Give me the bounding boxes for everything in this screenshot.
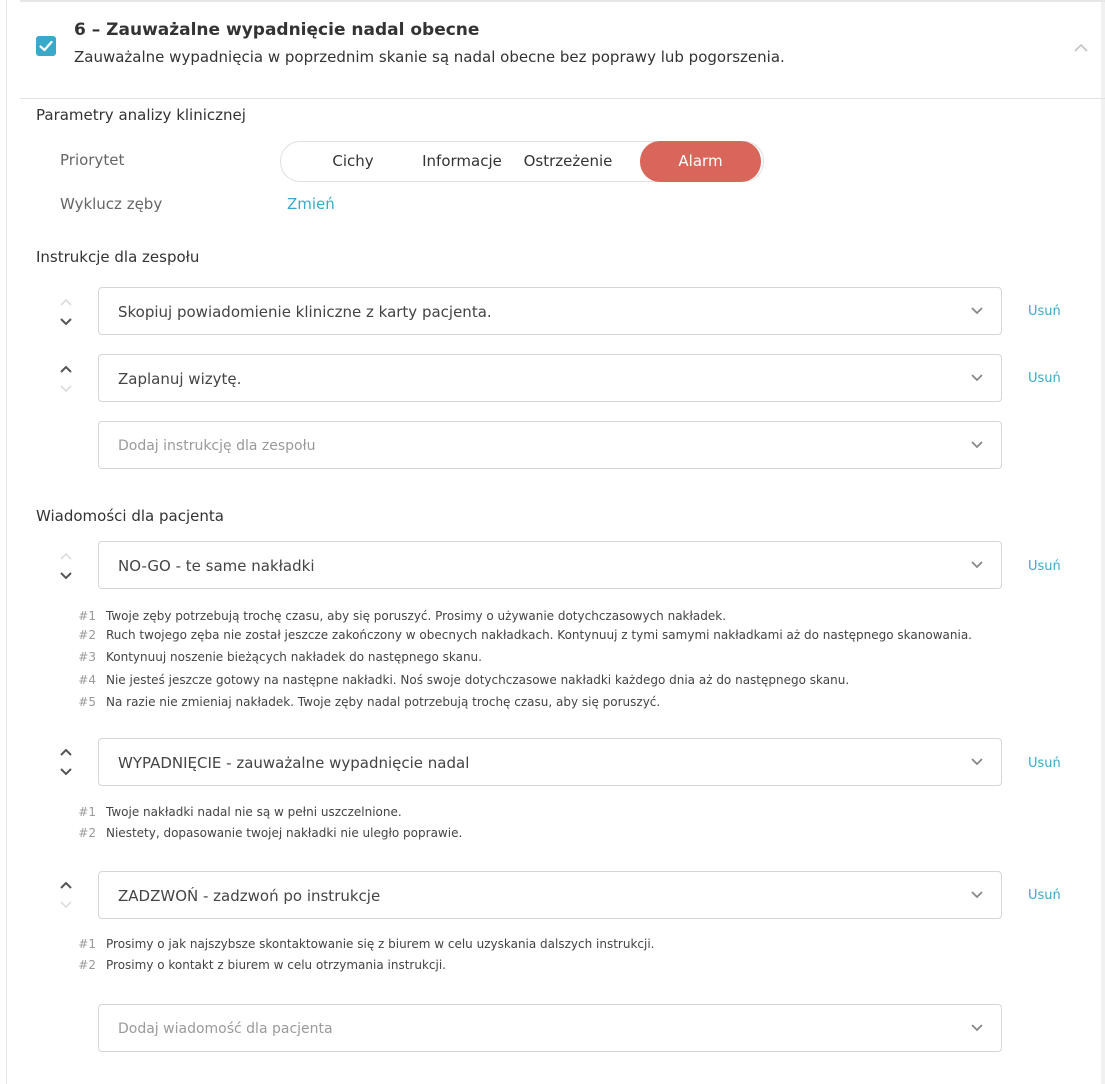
- priority-option-ostrzezenie[interactable]: Ostrzeżenie: [515, 142, 621, 181]
- team-instruction-value: Zaplanuj wizytę.: [118, 370, 242, 388]
- remove-patient-message-button[interactable]: Usuń: [1028, 888, 1061, 903]
- checkmark-icon: [39, 40, 53, 52]
- message-variant-number: #2: [78, 628, 96, 642]
- rule-description: Zauważalne wypadnięcia w poprzednim skan…: [74, 48, 785, 66]
- priority-option-cichy[interactable]: Cichy: [297, 142, 409, 181]
- add-team-instruction-select[interactable]: Dodaj instrukcję dla zespołu: [98, 421, 1002, 469]
- message-variant-text: Nie jesteś jeszcze gotowy na następne na…: [106, 673, 850, 687]
- team-instruction-select[interactable]: Skopiuj powiadomienie kliniczne z karty …: [98, 287, 1002, 335]
- move-up-icon[interactable]: [58, 363, 74, 375]
- message-variant: #5 Na razie nie zmieniaj nakładek. Twoje …: [70, 695, 660, 709]
- message-variant-text: Prosimy o kontakt z biurem w celu otrzym…: [106, 958, 446, 972]
- message-variant: #1 Twoje nakładki nadal nie są w pełni us…: [70, 805, 402, 819]
- remove-team-instruction-button[interactable]: Usuń: [1028, 371, 1061, 386]
- add-patient-message-placeholder: Dodaj wiadomość dla pacjenta: [118, 1021, 333, 1037]
- message-variant-text: Twoje nakładki nadal nie są w pełni uszc…: [106, 805, 402, 819]
- chevron-down-icon: [971, 891, 983, 899]
- priority-label: Priorytet: [60, 151, 125, 169]
- move-down-icon[interactable]: [58, 316, 74, 328]
- message-variant-text: Twoje zęby potrzebują trochę czasu, aby …: [106, 609, 727, 623]
- priority-option-alarm[interactable]: Alarm: [640, 141, 761, 182]
- message-variant-text: Prosimy o jak najszybsze skontaktowanie …: [106, 937, 655, 951]
- move-down-icon: [60, 385, 72, 393]
- move-down-icon[interactable]: [58, 570, 74, 582]
- change-excluded-teeth-link[interactable]: Zmień: [287, 195, 335, 213]
- message-variant: #3 Kontynuuj noszenie bieżących nakładek …: [70, 650, 482, 664]
- chevron-down-icon: [971, 374, 983, 382]
- patient-messages-heading: Wiadomości dla pacjenta: [36, 507, 224, 525]
- page-left-border: [6, 0, 7, 1084]
- rule-title: 6 – Zauważalne wypadnięcie nadal obecne: [74, 20, 480, 40]
- patient-message-value: ZADZWOŃ - zadzwoń po instrukcje: [118, 887, 381, 905]
- message-variant: #1 Twoje zęby potrzebują trochę czasu, ab…: [70, 609, 726, 623]
- chevron-down-icon: [971, 758, 983, 766]
- message-variant: #4 Nie jesteś jeszcze gotowy na następne …: [70, 673, 849, 687]
- team-instruction-select[interactable]: Zaplanuj wizytę.: [98, 354, 1002, 402]
- patient-message-select[interactable]: WYPADNIĘCIE - zauważalne wypadnięcie nad…: [98, 738, 1002, 786]
- message-variant-number: #5: [78, 695, 96, 709]
- move-up-icon[interactable]: [58, 879, 74, 891]
- add-patient-message-select[interactable]: Dodaj wiadomość dla pacjenta: [98, 1004, 1002, 1052]
- remove-team-instruction-button[interactable]: Usuń: [1028, 304, 1061, 319]
- chevron-down-icon: [971, 307, 983, 315]
- message-variant-text: Na razie nie zmieniaj nakładek. Twoje zę…: [106, 695, 661, 709]
- remove-patient-message-button[interactable]: Usuń: [1028, 559, 1061, 574]
- message-variant: #2 Niestety, dopasowanie twojej nakładki …: [70, 826, 462, 840]
- move-up-icon: [60, 298, 72, 306]
- team-instructions-heading: Instrukcje dla zespołu: [36, 248, 200, 266]
- team-instruction-value: Skopiuj powiadomienie kliniczne z karty …: [118, 303, 492, 321]
- patient-message-value: NO-GO - te same nakładki: [118, 557, 315, 575]
- priority-selector[interactable]: Cichy Informacje Ostrzeżenie Alarm: [280, 141, 764, 182]
- add-team-instruction-placeholder: Dodaj instrukcję dla zespołu: [118, 438, 316, 454]
- message-variant: #1 Prosimy o jak najszybsze skontaktowani…: [70, 937, 655, 951]
- chevron-down-icon: [971, 1024, 983, 1032]
- clinical-params-heading: Parametry analizy klinicznej: [36, 106, 246, 124]
- message-variant-number: #1: [78, 937, 96, 951]
- exclude-teeth-label: Wyklucz zęby: [60, 195, 163, 213]
- scrollbar-track[interactable]: [1101, 0, 1105, 1084]
- chevron-down-icon: [971, 561, 983, 569]
- rule-enabled-checkbox[interactable]: [36, 36, 56, 56]
- move-up-icon: [60, 552, 72, 560]
- message-variant-number: #1: [78, 609, 96, 623]
- message-variant-text: Niestety, dopasowanie twojej nakładki ni…: [106, 826, 463, 840]
- message-variant-number: #4: [78, 673, 96, 687]
- chevron-down-icon: [971, 441, 983, 449]
- move-down-icon[interactable]: [58, 766, 74, 778]
- message-variant: #2 Prosimy o kontakt z biurem w celu otrz…: [70, 958, 446, 972]
- remove-patient-message-button[interactable]: Usuń: [1028, 756, 1061, 771]
- message-variant: #2 Ruch twojego zęba nie został jeszcze z…: [70, 628, 972, 642]
- patient-message-value: WYPADNIĘCIE - zauważalne wypadnięcie nad…: [118, 754, 470, 772]
- move-up-icon[interactable]: [58, 746, 74, 758]
- patient-message-select[interactable]: NO-GO - te same nakładki: [98, 541, 1002, 589]
- message-variant-number: #2: [78, 958, 96, 972]
- move-down-icon: [60, 901, 72, 909]
- message-variant-number: #2: [78, 826, 96, 840]
- header-top-divider: [20, 0, 1105, 2]
- message-variant-text: Kontynuuj noszenie bieżących nakładek do…: [106, 650, 482, 664]
- priority-option-informacje[interactable]: Informacje: [409, 142, 515, 181]
- message-variant-number: #1: [78, 805, 96, 819]
- message-variant-text: Ruch twojego zęba nie został jeszcze zak…: [106, 628, 972, 642]
- rule-header: 6 – Zauważalne wypadnięcie nadal obecne …: [20, 14, 1105, 99]
- message-variant-number: #3: [78, 650, 96, 664]
- patient-message-select[interactable]: ZADZWOŃ - zadzwoń po instrukcje: [98, 871, 1002, 919]
- chevron-up-icon[interactable]: [1071, 38, 1091, 58]
